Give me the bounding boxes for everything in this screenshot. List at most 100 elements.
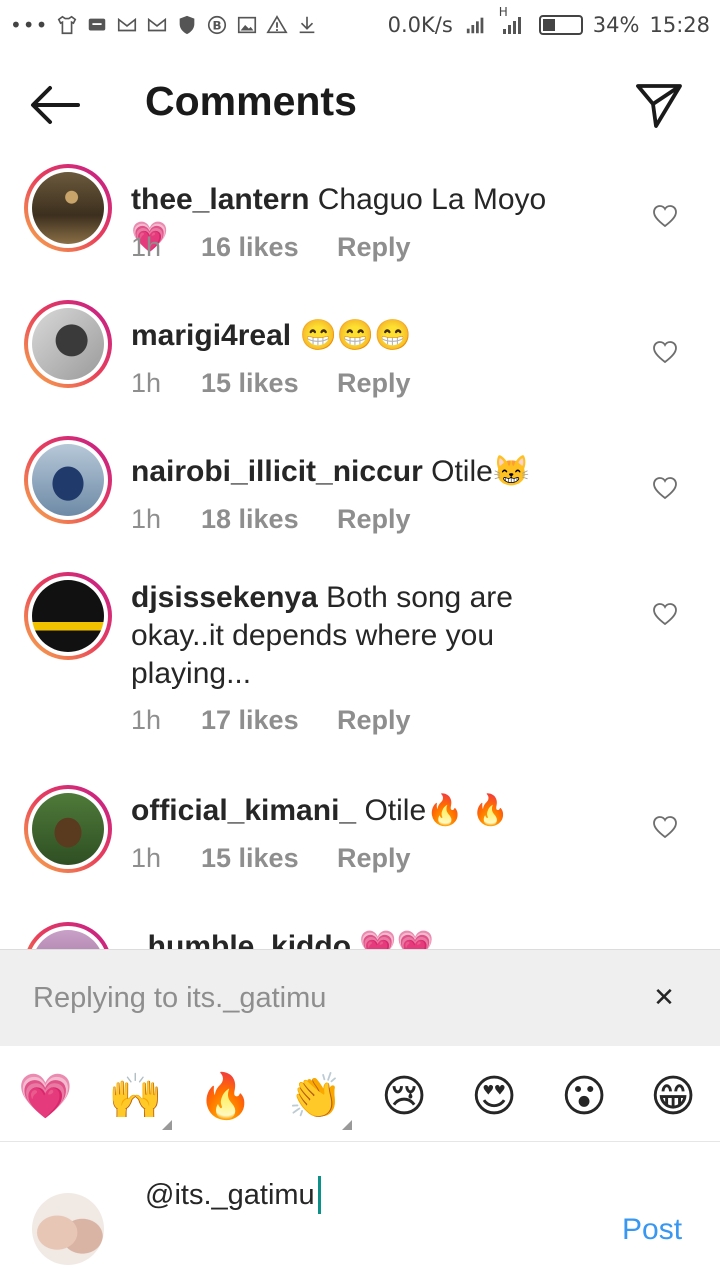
avatar-photo — [32, 308, 104, 380]
comment-emoji: 😁😁😁 — [299, 319, 412, 352]
comment-username[interactable]: official_kimani_ — [131, 794, 356, 827]
emoji-quick-bar: 💗 🙌 🔥 👏 😢 😍 😮 😁 — [0, 1046, 720, 1142]
avatar[interactable] — [24, 436, 112, 524]
comment-time: 1h — [131, 368, 162, 398]
comment-username[interactable]: thee_lantern — [131, 183, 309, 216]
emoji-heart-eyes[interactable]: 😍 — [467, 1070, 521, 1124]
emoji-heart[interactable]: 💗 — [18, 1070, 73, 1124]
comment-time: 1h — [131, 504, 162, 534]
battery-icon — [538, 15, 583, 35]
comment-username[interactable]: marigi4real — [131, 319, 291, 352]
emoji-variant-indicator — [342, 1120, 352, 1130]
avatar[interactable] — [24, 164, 112, 252]
bitcoin-icon: B — [208, 15, 227, 35]
svg-text:B: B — [213, 19, 222, 33]
emoji-grinning-face[interactable]: 😁 — [646, 1070, 700, 1124]
comment-likes[interactable]: 17 likes — [201, 705, 337, 736]
post-button[interactable]: Post — [622, 1213, 682, 1247]
message-icon — [89, 18, 106, 31]
comment-likes[interactable]: 18 likes — [201, 504, 337, 535]
emoji-fire[interactable]: 🔥 — [198, 1070, 253, 1124]
avatar-photo — [32, 580, 104, 652]
shield-icon — [180, 15, 195, 35]
comment-username[interactable]: nairobi_illicit_niccur — [131, 455, 423, 488]
comment-username[interactable]: djsissekenya — [131, 581, 318, 614]
notification-icons: ••• B — [10, 13, 318, 37]
avatar[interactable] — [24, 922, 112, 949]
comment-body: Otile — [431, 455, 493, 488]
emoji-surprised-face[interactable]: 😮 — [557, 1070, 611, 1124]
reply-button[interactable]: Reply — [337, 843, 411, 874]
reply-button[interactable]: Reply — [337, 705, 411, 736]
battery-percent: 34% — [592, 13, 640, 37]
shirt-icon — [58, 15, 77, 35]
comment-username[interactable]: _humble_kiddo — [131, 930, 351, 949]
replying-to-label: Replying to its._gatimu — [33, 982, 327, 1014]
more-notifications-icon: ••• — [10, 13, 49, 37]
comment-meta: 1h 16 likes Reply — [131, 232, 411, 263]
avatar[interactable] — [24, 572, 112, 660]
emoji-clapping-hands[interactable]: 👏 — [288, 1070, 343, 1124]
network-type-label: H — [498, 5, 508, 19]
emoji-crying-face[interactable]: 😢 — [377, 1070, 431, 1124]
comment-body: Otile — [364, 794, 427, 827]
comment-body: Chaguo La Moyo — [317, 183, 547, 216]
battery-fill — [542, 19, 556, 31]
header: Comments — [0, 60, 720, 152]
gmail-icon — [118, 17, 137, 32]
heart-icon[interactable] — [652, 204, 678, 228]
avatar-photo — [32, 793, 104, 865]
comment-text: official_kimani_ Otile🔥 🔥 — [131, 792, 581, 830]
comment-meta: 1h 15 likes Reply — [131, 843, 411, 874]
comments-list[interactable]: thee_lantern Chaguo La Moyo💗 1h 16 likes R… — [0, 152, 720, 949]
comment-text: marigi4real 😁😁😁 — [131, 317, 581, 355]
emoji-raised-hands[interactable]: 🙌 — [108, 1070, 163, 1124]
signal-icon — [466, 17, 484, 34]
comment-meta: 1h 18 likes Reply — [131, 504, 411, 535]
avatar[interactable] — [24, 300, 112, 388]
signal-h-indicator: H — [499, 5, 529, 37]
download-icon — [300, 16, 315, 34]
avatar-photo — [32, 930, 104, 949]
comment-likes[interactable]: 16 likes — [201, 232, 337, 263]
comment-meta: 1h 17 likes Reply — [131, 705, 411, 736]
system-indicators: 0.0K/s H 34% 15:28 — [387, 5, 710, 37]
comment-composer: @its._gatimu Post — [0, 1143, 720, 1280]
comment-emoji: 💗💗 — [359, 930, 435, 949]
comment-likes[interactable]: 15 likes — [201, 368, 337, 399]
reply-button[interactable]: Reply — [337, 504, 411, 535]
heart-icon[interactable] — [652, 476, 678, 500]
clock: 15:28 — [649, 13, 710, 37]
comment-emoji: 😸 — [492, 455, 531, 488]
text-caret — [317, 1176, 321, 1214]
comment-input[interactable]: @its._gatimu — [145, 1173, 595, 1217]
gmail-icon-2 — [148, 17, 167, 32]
image-icon — [238, 16, 257, 34]
my-avatar — [32, 1193, 104, 1265]
back-arrow-icon[interactable] — [28, 82, 82, 128]
reply-button[interactable]: Reply — [337, 368, 411, 399]
emoji-variant-indicator — [162, 1120, 172, 1130]
comment-time: 1h — [131, 705, 162, 735]
comment-time: 1h — [131, 843, 162, 873]
comment-likes[interactable]: 15 likes — [201, 843, 337, 874]
avatar-photo — [32, 444, 104, 516]
heart-icon[interactable] — [652, 340, 678, 364]
heart-icon[interactable] — [652, 815, 678, 839]
comment-meta: 1h 15 likes Reply — [131, 368, 411, 399]
page-title: Comments — [145, 78, 357, 124]
replying-banner: Replying to its._gatimu ✕ — [0, 949, 720, 1046]
comment-text: _humble_kiddo 💗💗 — [131, 928, 581, 949]
comment-emoji: 🔥 🔥 — [426, 794, 510, 827]
avatar[interactable] — [24, 785, 112, 873]
comment-text: nairobi_illicit_niccur Otile😸 — [131, 453, 581, 491]
comment-text: djsissekenya Both song are okay..it depe… — [131, 579, 581, 693]
direct-message-icon[interactable] — [634, 80, 684, 130]
comment-time: 1h — [131, 232, 162, 262]
network-speed: 0.0K/s — [387, 13, 453, 37]
reply-button[interactable]: Reply — [337, 232, 411, 263]
status-bar: ••• B 0.0K/s H 34% 15:28 — [0, 0, 720, 50]
close-icon[interactable]: ✕ — [650, 984, 678, 1012]
heart-icon[interactable] — [652, 602, 678, 626]
avatar-photo — [32, 172, 104, 244]
